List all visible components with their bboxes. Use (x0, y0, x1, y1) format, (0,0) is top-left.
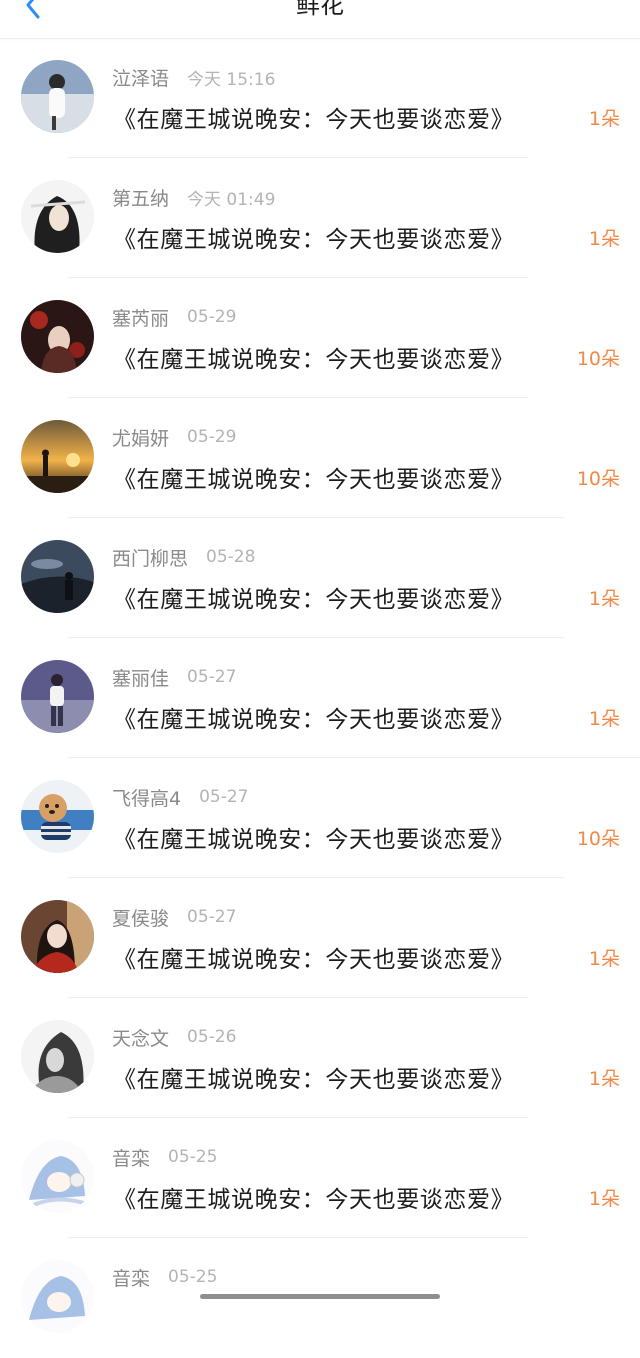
timestamp: 05-28 (206, 547, 256, 567)
avatar[interactable] (21, 1260, 94, 1333)
avatar[interactable] (21, 1140, 94, 1213)
avatar[interactable] (21, 300, 94, 373)
avatar-photo-icon (21, 420, 94, 493)
flower-count: 10朵 (576, 828, 620, 850)
timestamp: 05-27 (199, 787, 249, 807)
book-title[interactable]: 《在魔王城说晚安：今天也要谈恋爱》 (113, 340, 514, 374)
user-name[interactable]: 塞丽佳 (112, 664, 169, 691)
book-title[interactable]: 《在魔王城说晚安：今天也要谈恋爱》 (113, 700, 514, 734)
list-item[interactable]: 第五纳 今天 01:49 《在魔王城说晚安：今天也要谈恋爱》 1朵 (0, 158, 640, 278)
user-name[interactable]: 夏侯骏 (112, 904, 169, 931)
avatar[interactable] (21, 540, 94, 613)
flower-count: 1朵 (588, 108, 620, 130)
list-item[interactable]: 塞丽佳 05-27 《在魔王城说晚安：今天也要谈恋爱》 1朵 (0, 638, 640, 758)
meta-line: 音栾 05-25 (112, 1264, 217, 1290)
book-title[interactable]: 《在魔王城说晚安：今天也要谈恋爱》 (113, 220, 514, 254)
avatar-photo-icon (21, 540, 94, 613)
avatar-photo-icon (21, 1020, 94, 1093)
avatar[interactable] (21, 660, 94, 733)
user-name[interactable]: 天念文 (112, 1024, 169, 1051)
avatar[interactable] (21, 780, 94, 853)
timestamp: 今天 15:16 (187, 69, 276, 90)
list-item[interactable]: 塞芮丽 05-29 《在魔王城说晚安：今天也要谈恋爱》 10朵 (0, 278, 640, 398)
top-bar: 鲜花 (0, 0, 640, 39)
avatar-photo-icon (21, 660, 94, 733)
flower-count: 1朵 (588, 1068, 620, 1090)
meta-line: 尤娟妍 05-29 (112, 424, 236, 450)
list-item[interactable]: 天念文 05-26 《在魔王城说晚安：今天也要谈恋爱》 1朵 (0, 998, 640, 1118)
list-item[interactable]: 泣泽语 今天 15:16 《在魔王城说晚安：今天也要谈恋爱》 1朵 (0, 38, 640, 158)
book-title[interactable]: 《在魔王城说晚安：今天也要谈恋爱》 (113, 1180, 514, 1214)
user-name[interactable]: 泣泽语 (112, 64, 169, 91)
avatar-photo-icon (21, 60, 94, 133)
avatar[interactable] (21, 1020, 94, 1093)
list-item[interactable]: 尤娟妍 05-29 《在魔王城说晚安：今天也要谈恋爱》 10朵 (0, 398, 640, 518)
user-name[interactable]: 塞芮丽 (112, 304, 169, 331)
user-name[interactable]: 音栾 (112, 1264, 150, 1291)
list-item[interactable]: 音栾 05-25 《在魔王城说晚安：今天也要谈恋爱》 1朵 (0, 1118, 640, 1238)
user-name[interactable]: 西门柳思 (112, 544, 188, 571)
book-title[interactable]: 《在魔王城说晚安：今天也要谈恋爱》 (113, 460, 514, 494)
flower-count: 1朵 (588, 948, 620, 970)
user-name[interactable]: 音栾 (112, 1144, 150, 1171)
timestamp: 05-29 (187, 427, 237, 447)
user-name[interactable]: 尤娟妍 (112, 424, 169, 451)
meta-line: 泣泽语 今天 15:16 (112, 64, 275, 90)
avatar[interactable] (21, 900, 94, 973)
book-title[interactable]: 《在魔王城说晚安：今天也要谈恋爱》 (113, 820, 514, 854)
user-name[interactable]: 飞得高4 (112, 784, 181, 811)
timestamp: 05-27 (187, 907, 237, 927)
book-title[interactable]: 《在魔王城说晚安：今天也要谈恋爱》 (113, 100, 514, 134)
book-title[interactable]: 《在魔王城说晚安：今天也要谈恋爱》 (113, 1060, 514, 1094)
timestamp: 今天 01:49 (187, 189, 276, 210)
list-item[interactable]: 夏侯骏 05-27 《在魔王城说晚安：今天也要谈恋爱》 1朵 (0, 878, 640, 998)
flower-count: 1朵 (588, 1188, 620, 1210)
avatar[interactable] (21, 420, 94, 493)
avatar-illustration-icon (21, 300, 94, 373)
book-title[interactable]: 《在魔王城说晚安：今天也要谈恋爱》 (113, 580, 514, 614)
flower-count: 1朵 (588, 588, 620, 610)
avatar[interactable] (21, 60, 94, 133)
list-item[interactable]: 飞得高4 05-27 《在魔王城说晚安：今天也要谈恋爱》 10朵 (0, 758, 640, 878)
avatar[interactable] (21, 180, 94, 253)
meta-line: 飞得高4 05-27 (112, 784, 249, 810)
avatar-illustration-icon (21, 180, 94, 253)
user-name[interactable]: 第五纳 (112, 184, 169, 211)
meta-line: 天念文 05-26 (112, 1024, 236, 1050)
page-title: 鲜花 (296, 0, 344, 19)
timestamp: 05-29 (187, 307, 237, 327)
meta-line: 塞丽佳 05-27 (112, 664, 236, 690)
timestamp: 05-27 (187, 667, 237, 687)
avatar-photo-icon (21, 900, 94, 973)
meta-line: 音栾 05-25 (112, 1144, 217, 1170)
avatar-illustration-icon (21, 1260, 94, 1333)
timestamp: 05-26 (187, 1027, 237, 1047)
flower-gift-list: 泣泽语 今天 15:16 《在魔王城说晚安：今天也要谈恋爱》 1朵 第五纳 今天… (0, 38, 640, 1358)
timestamp: 05-25 (168, 1147, 218, 1167)
home-indicator[interactable] (200, 1294, 440, 1299)
flower-count: 10朵 (576, 468, 620, 490)
meta-line: 西门柳思 05-28 (112, 544, 255, 570)
flower-count: 1朵 (588, 228, 620, 250)
timestamp: 05-25 (168, 1267, 218, 1287)
flower-count: 10朵 (576, 348, 620, 370)
book-title[interactable]: 《在魔王城说晚安：今天也要谈恋爱》 (113, 940, 514, 974)
meta-line: 塞芮丽 05-29 (112, 304, 236, 330)
avatar-dog-icon (21, 780, 94, 853)
list-item[interactable]: 西门柳思 05-28 《在魔王城说晚安：今天也要谈恋爱》 1朵 (0, 518, 640, 638)
meta-line: 夏侯骏 05-27 (112, 904, 236, 930)
flower-count: 1朵 (588, 708, 620, 730)
meta-line: 第五纳 今天 01:49 (112, 184, 275, 210)
avatar-illustration-icon (21, 1140, 94, 1213)
